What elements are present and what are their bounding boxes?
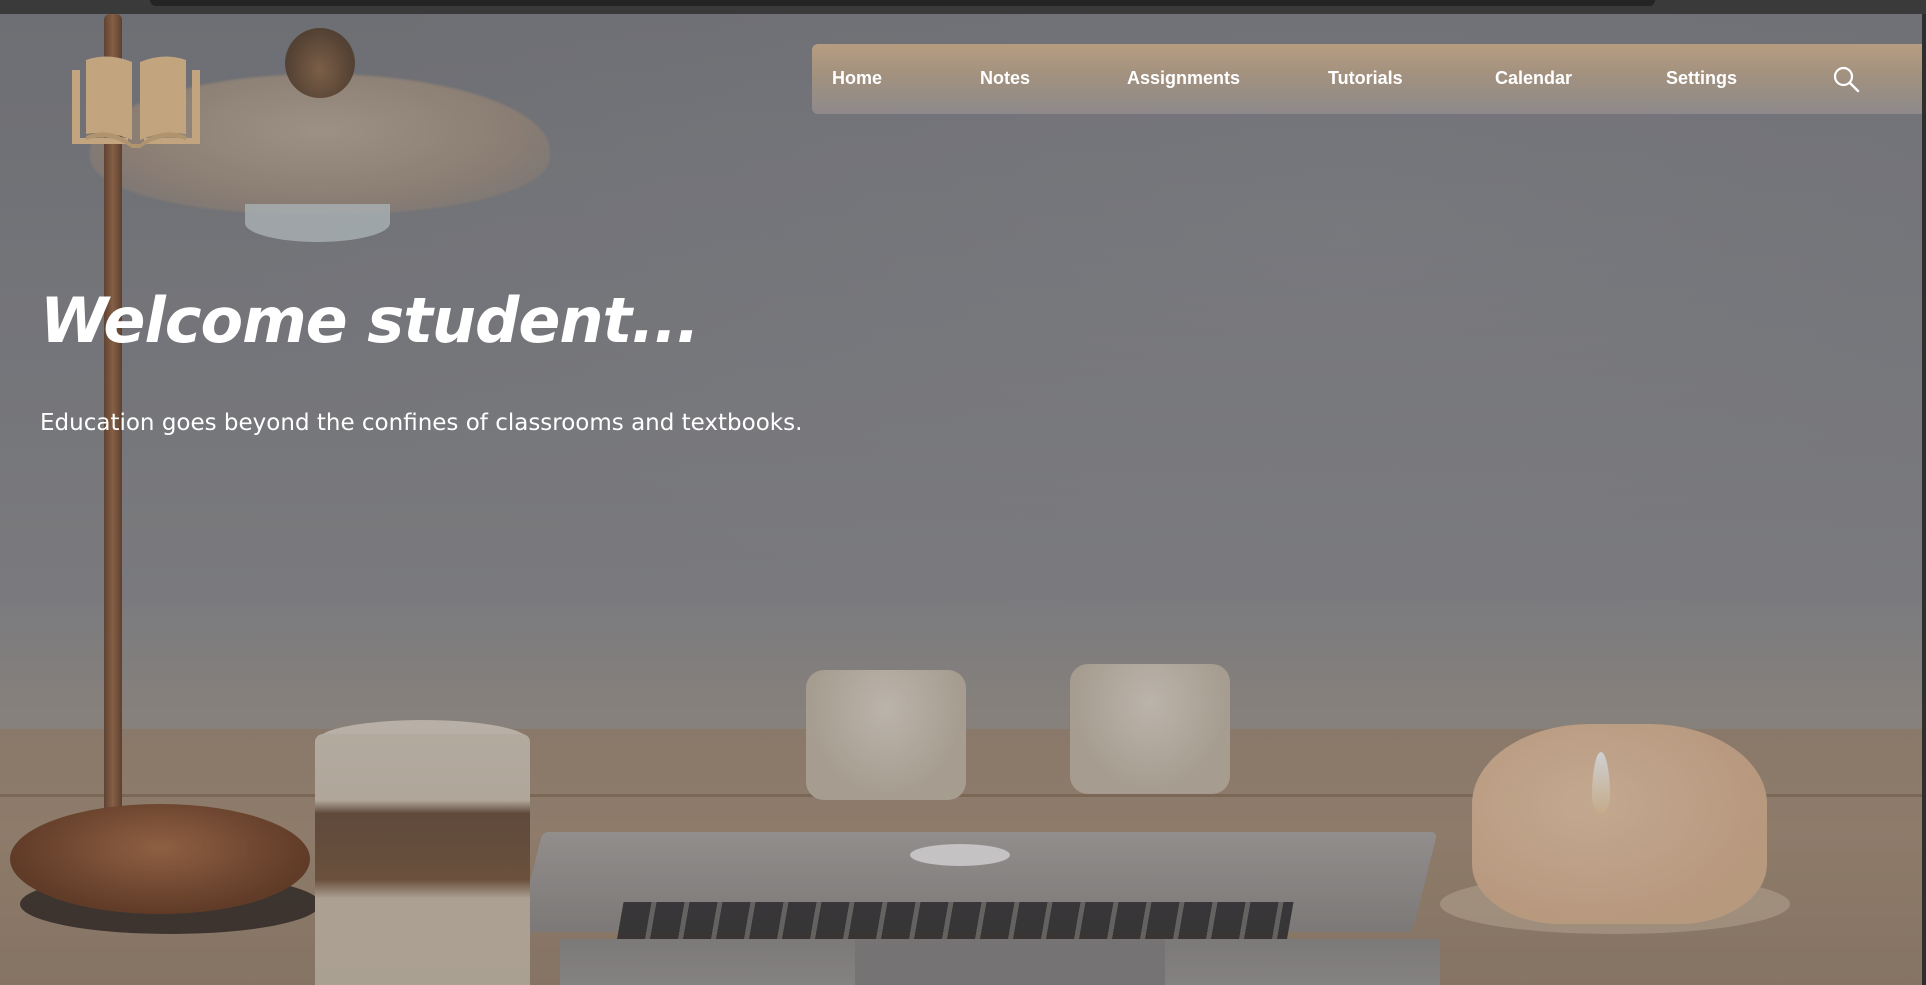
hero-title: Welcome student... [40,284,700,357]
background-overlay [0,14,1922,985]
open-book-icon[interactable] [68,48,204,154]
nav-item-notes[interactable]: Notes [980,44,1030,114]
hero-section: Home Notes Assignments Tutorials Calenda… [0,14,1922,985]
browser-tab-strip [150,0,1655,6]
window-edge [1922,14,1926,985]
nav-item-settings[interactable]: Settings [1666,44,1737,114]
browser-top-bar [0,0,1926,14]
main-navbar: Home Notes Assignments Tutorials Calenda… [812,44,1922,114]
hero-subtitle: Education goes beyond the confines of cl… [40,410,803,436]
nav-item-home[interactable]: Home [832,44,882,114]
search-icon[interactable] [1832,65,1860,93]
nav-item-calendar[interactable]: Calendar [1495,44,1572,114]
nav-item-assignments[interactable]: Assignments [1127,44,1240,114]
nav-item-tutorials[interactable]: Tutorials [1328,44,1403,114]
